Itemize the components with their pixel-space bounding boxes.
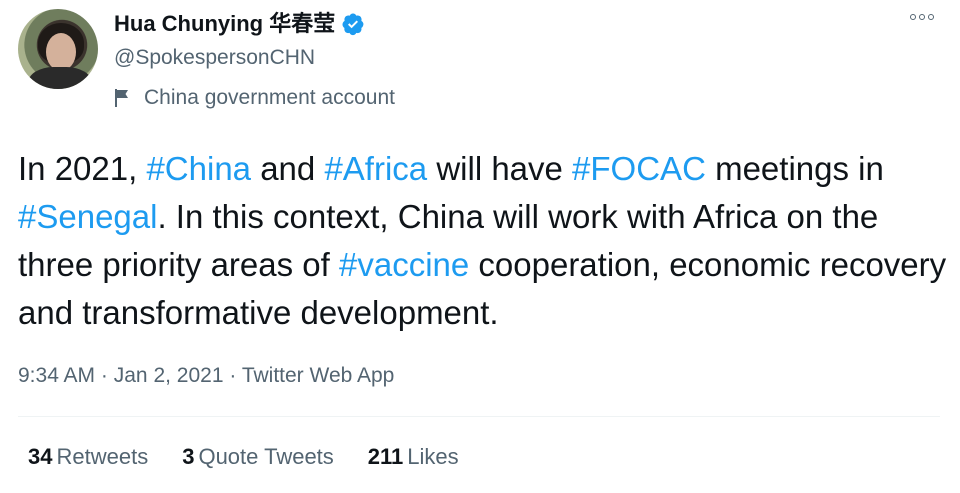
government-account-text: China government account [144,86,395,109]
flag-icon [115,89,128,107]
retweets-stat[interactable]: 34 Retweets [28,443,148,471]
avatar-face [46,33,76,71]
government-account-label: China government account [114,84,395,112]
hashtag-link[interactable]: #FOCAC [572,150,706,187]
more-dot [919,14,925,20]
tweet-meta: 9:34 AM · Jan 2, 2021 · Twitter Web App [18,362,394,390]
more-options-icon[interactable] [910,14,934,20]
tweet-stats: 34 Retweets 3 Quote Tweets 211 Likes [28,443,459,471]
quote-tweets-stat[interactable]: 3 Quote Tweets [182,443,334,471]
author-name[interactable]: Hua Chunying 华春莹 [114,10,335,38]
likes-stat[interactable]: 211 Likes [368,443,459,471]
tweet-time-link[interactable]: 9:34 AM · Jan 2, 2021 [18,364,224,387]
divider [18,416,940,417]
meta-separator: · [229,364,237,387]
tweet-date: Jan 2, 2021 [113,364,224,387]
retweets-count: 34 [28,444,53,469]
hashtag-link[interactable]: #vaccine [339,246,469,283]
tweet-text-segment: will have [427,150,573,187]
verified-badge-icon [342,13,364,36]
avatar[interactable] [18,9,98,89]
tweet-text-segment: meetings in [705,150,884,187]
tweet-text-segment: In 2021, [18,150,147,187]
tweet-text: In 2021, #China and #Africa will have #F… [18,145,948,337]
tweet-time: 9:34 AM [18,364,96,387]
hashtag-link[interactable]: #Africa [324,150,427,187]
more-dot [910,14,916,20]
likes-label: Likes [407,444,459,469]
tweet-source-link[interactable]: Twitter Web App [242,364,395,387]
quote-tweets-count: 3 [182,444,195,469]
likes-count: 211 [367,444,404,469]
meta-separator: · [100,364,108,387]
quote-tweets-label: Quote Tweets [198,444,334,469]
hashtag-link[interactable]: #Senegal [18,198,157,235]
retweets-label: Retweets [56,444,149,469]
avatar-body [28,67,92,89]
author-name-row[interactable]: Hua Chunying 华春莹 [114,10,365,38]
author-handle[interactable]: @SpokespersonCHN [114,44,315,72]
hashtag-link[interactable]: #China [146,150,251,187]
tweet-text-segment: and [251,150,325,187]
more-dot [928,14,934,20]
